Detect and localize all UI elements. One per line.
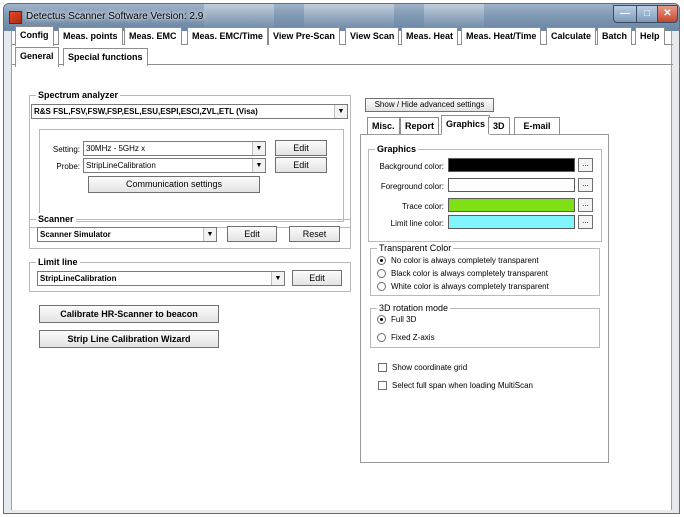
rotation-mode-title: 3D rotation mode: [377, 302, 451, 314]
close-icon: ✕: [663, 8, 672, 19]
setting-value: 30MHz - 5GHz x: [86, 144, 146, 153]
strip-line-wizard-button[interactable]: Strip Line Calibration Wizard: [39, 330, 219, 348]
graphics-title: Graphics: [375, 143, 419, 155]
chevron-down-icon: ▼: [203, 228, 216, 241]
trace-color-picker-button[interactable]: ...: [578, 198, 593, 212]
background-color-picker-button[interactable]: ...: [578, 158, 593, 172]
select-full-span-label: Select full span when loading MultiScan: [392, 381, 533, 390]
scanner-value: Scanner Simulator: [40, 230, 111, 239]
limit-line-value: StripLineCalibration: [40, 274, 117, 283]
limit-line-edit-button[interactable]: Edit: [292, 270, 342, 286]
setting-label: Setting:: [52, 145, 80, 154]
radio-fixed-z-axis[interactable]: [377, 333, 386, 342]
probe-label: Probe:: [56, 162, 80, 171]
scanner-title: Scanner: [36, 213, 76, 225]
maximize-icon: □: [643, 8, 651, 19]
minimize-icon: —: [620, 8, 630, 19]
chevron-down-icon: ▼: [271, 272, 284, 285]
tab-meas-emc-time[interactable]: Meas. EMC/Time: [187, 27, 268, 45]
tab-3d[interactable]: 3D: [488, 117, 510, 134]
limit-line-color-swatch[interactable]: [448, 215, 575, 229]
transparent-color-title: Transparent Color: [377, 242, 454, 254]
trace-color-swatch[interactable]: [448, 198, 575, 212]
probe-value: StripLineCalibration: [86, 161, 156, 170]
scanner-reset-button[interactable]: Reset: [289, 226, 340, 242]
tab-special-functions[interactable]: Special functions: [63, 48, 148, 66]
no-color-transparent-label: No color is always completely transparen…: [391, 256, 539, 265]
probe-select[interactable]: StripLineCalibration ▼: [83, 158, 266, 173]
background-color-label: Background color:: [379, 162, 444, 171]
chevron-down-icon: ▼: [252, 159, 265, 172]
tab-meas-heat-time[interactable]: Meas. Heat/Time: [461, 27, 542, 45]
minimize-button[interactable]: —: [613, 5, 637, 23]
client-area: Config Meas. points Meas. EMC Meas. EMC/…: [11, 26, 673, 510]
foreground-color-swatch[interactable]: [448, 178, 575, 192]
tab-meas-heat[interactable]: Meas. Heat: [401, 27, 459, 45]
tab-batch[interactable]: Batch: [597, 27, 633, 45]
tab-general[interactable]: General: [15, 47, 59, 67]
scanner-select[interactable]: Scanner Simulator ▼: [37, 227, 217, 242]
tab-view-scan[interactable]: View Scan: [345, 27, 400, 45]
tab-view-pre-scan[interactable]: View Pre-Scan: [268, 27, 340, 45]
radio-no-color-transparent[interactable]: [377, 256, 386, 265]
chevron-down-icon: ▼: [334, 105, 347, 118]
probe-edit-button[interactable]: Edit: [275, 157, 327, 173]
chevron-down-icon: ▼: [252, 142, 265, 155]
fixed-z-axis-label: Fixed Z-axis: [391, 333, 435, 342]
tab-report[interactable]: Report: [400, 117, 439, 134]
tab-help[interactable]: Help: [635, 27, 665, 45]
tab-email[interactable]: E-mail: [514, 117, 560, 134]
limit-line-title: Limit line: [36, 256, 80, 268]
tab-meas-points[interactable]: Meas. points: [58, 27, 123, 45]
calibrate-hr-scanner-button[interactable]: Calibrate HR-Scanner to beacon: [39, 305, 219, 323]
limit-line-color-label: Limit line color:: [390, 219, 444, 228]
window-title: Detectus Scanner Software Version: 2.9: [26, 11, 204, 22]
tab-calculate[interactable]: Calculate: [546, 27, 597, 45]
foreground-color-picker-button[interactable]: ...: [578, 178, 593, 192]
radio-full-3d[interactable]: [377, 315, 386, 324]
spectrum-analyzer-value: R&S FSL,FSV,FSW,FSP,ESL,ESU,ESPI,ESCI,ZV…: [34, 107, 258, 116]
radio-white-transparent[interactable]: [377, 282, 386, 291]
radio-black-transparent[interactable]: [377, 269, 386, 278]
limit-line-color-picker-button[interactable]: ...: [578, 215, 593, 229]
tab-graphics[interactable]: Graphics: [441, 115, 491, 135]
limit-line-select[interactable]: StripLineCalibration ▼: [37, 271, 285, 286]
advanced-settings-button[interactable]: Show / Hide advanced settings: [365, 98, 494, 112]
tab-misc[interactable]: Misc.: [367, 117, 400, 134]
show-coordinate-grid-checkbox[interactable]: [378, 363, 387, 372]
maximize-button[interactable]: □: [636, 5, 658, 23]
select-full-span-checkbox[interactable]: [378, 381, 387, 390]
white-transparent-label: White color is always completely transpa…: [391, 282, 549, 291]
setting-edit-button[interactable]: Edit: [275, 140, 327, 156]
app-window: Detectus Scanner Software Version: 2.9 —…: [3, 3, 680, 514]
spectrum-analyzer-title: Spectrum analyzer: [36, 89, 121, 101]
foreground-color-label: Foreground color:: [380, 182, 444, 191]
app-icon: [9, 11, 22, 24]
spectrum-analyzer-select[interactable]: R&S FSL,FSV,FSW,FSP,ESL,ESU,ESPI,ESCI,ZV…: [31, 104, 348, 119]
show-coordinate-grid-label: Show coordinate grid: [392, 363, 468, 372]
setting-select[interactable]: 30MHz - 5GHz x ▼: [83, 141, 266, 156]
trace-color-label: Trace color:: [402, 202, 444, 211]
black-transparent-label: Black color is always completely transpa…: [391, 269, 548, 278]
scanner-edit-button[interactable]: Edit: [227, 226, 277, 242]
tab-meas-emc[interactable]: Meas. EMC: [124, 27, 182, 45]
full-3d-label: Full 3D: [391, 315, 417, 324]
background-color-swatch[interactable]: [448, 158, 575, 172]
close-button[interactable]: ✕: [657, 5, 678, 23]
communication-settings-button[interactable]: Communication settings: [88, 176, 260, 193]
tab-config[interactable]: Config: [15, 26, 54, 46]
